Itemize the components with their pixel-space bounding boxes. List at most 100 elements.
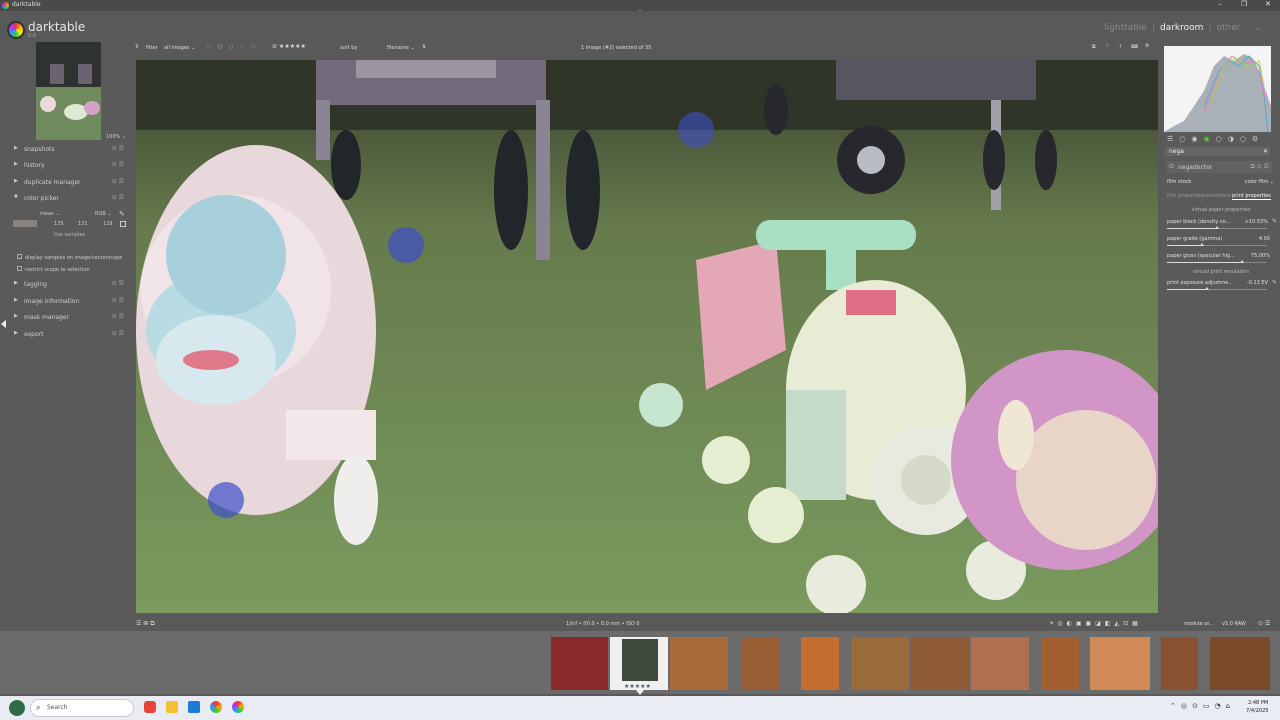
color-label-filter-icon[interactable]: ○ <box>240 44 244 50</box>
gear-icon[interactable]: ⚙ <box>1145 43 1149 49</box>
checkbox[interactable] <box>17 266 22 271</box>
module-color-picker[interactable]: ▼ color picker ⊙ ☰ <box>10 192 128 206</box>
module-preset-icon[interactable]: ⊙ ☰ <box>112 313 124 320</box>
module-group-tabs[interactable]: ☰○◉◉○◑○⚙ <box>1167 135 1264 143</box>
view-switcher: lighttable | darkroom | other ⌄ <box>1104 23 1262 33</box>
paper-gloss-slider[interactable] <box>1167 260 1267 263</box>
taskbar-search[interactable]: ⌕ Search <box>30 699 134 717</box>
module-search-box[interactable]: nega ✕ <box>1165 147 1270 156</box>
film-frame[interactable] <box>742 637 779 690</box>
maximize-button[interactable]: ❐ <box>1234 0 1254 8</box>
power-icon[interactable]: ⏻ <box>1169 163 1174 171</box>
module-export[interactable]: ▶ export ⊙ ☰ <box>10 328 128 342</box>
sort-select[interactable]: filename ⌄ <box>387 45 415 51</box>
app-icon[interactable] <box>188 701 200 713</box>
film-frame-selected[interactable]: ★★★★★ <box>610 637 668 690</box>
help-icon[interactable]: ? <box>1119 44 1122 50</box>
minimize-button[interactable]: – <box>1210 0 1230 8</box>
view-lighttable[interactable]: lighttable <box>1104 23 1147 33</box>
eyedropper-icon[interactable]: ✎ <box>119 210 125 218</box>
color-label-filter-icon[interactable]: ○ <box>229 44 233 50</box>
darkroom-tools-icons[interactable]: ⌖◎◐▣▣◪◧◭⊡▦ <box>1050 620 1142 628</box>
tab-corrections[interactable]: corrections <box>1203 193 1231 199</box>
picker-space-select[interactable]: RGB ⌄ <box>95 211 112 217</box>
film-frame[interactable] <box>971 637 1029 690</box>
left-panel-toggle-icon[interactable] <box>1 320 6 328</box>
zoom-level[interactable]: 100% ⌄ <box>106 134 126 140</box>
expand-arrow-icon: ▶ <box>14 178 18 184</box>
filter-select[interactable]: all images ⌄ <box>164 45 195 51</box>
grouping-icon[interactable]: ⧉ <box>1092 44 1096 50</box>
film-frame[interactable] <box>670 637 728 690</box>
system-tray-icons[interactable]: ⌃◎⊙▭◔⌂ <box>1170 702 1235 710</box>
module-search-input[interactable]: nega <box>1169 148 1184 155</box>
bottom-panel-toggle-icon[interactable] <box>636 690 644 695</box>
tab-print-properties[interactable]: print properties <box>1232 193 1271 200</box>
picked-color-swatch <box>13 220 37 227</box>
navigation-thumbnail[interactable] <box>36 42 101 140</box>
clock-date[interactable]: 7/4/2025 <box>1246 708 1268 714</box>
tab-film-properties[interactable]: film properties <box>1167 193 1204 199</box>
film-frame[interactable] <box>911 637 969 690</box>
clock-time[interactable]: 2:48 PM <box>1248 700 1268 706</box>
module-preset-icon[interactable]: ⊙ ☰ <box>1258 620 1270 627</box>
module-preset-icon[interactable]: ⊙ ☰ <box>112 161 124 168</box>
module-order-value[interactable]: v5.0 RAW <box>1222 621 1246 627</box>
picker-mode-select[interactable]: mean ⌄ <box>40 211 60 217</box>
paper-black-slider[interactable] <box>1167 226 1267 229</box>
module-preset-icon[interactable]: ⊙ ☰ <box>112 297 124 304</box>
clear-search-icon[interactable]: ✕ <box>1263 148 1268 155</box>
module-preset-icon[interactable]: ⊙ ☰ <box>112 145 124 152</box>
app-icon[interactable] <box>210 701 222 713</box>
module-preset-icon[interactable]: ⊙ ☰ <box>112 330 124 337</box>
module-mask-manager[interactable]: ▶ mask manager ⊙ ☰ <box>10 311 128 325</box>
film-frame[interactable] <box>1210 637 1270 690</box>
image-canvas[interactable] <box>136 60 1158 613</box>
module-preset-icon[interactable]: ⊙ ☰ <box>112 194 124 201</box>
rating-stars[interactable]: ★★★★★ <box>624 683 651 690</box>
film-frame[interactable] <box>1090 637 1150 690</box>
module-preset-icon[interactable]: ⊙ ☰ <box>112 178 124 185</box>
color-label-filter-icon[interactable]: ○ <box>218 44 222 50</box>
view-darkroom[interactable]: darkroom <box>1160 23 1203 33</box>
star-icon[interactable]: ☆ <box>1105 43 1109 49</box>
paper-grade-slider[interactable] <box>1167 243 1267 246</box>
restrict-scope-toggle[interactable]: restrict scope to selection <box>17 266 90 273</box>
print-exposure-slider[interactable] <box>1167 287 1267 290</box>
add-sample-icon[interactable] <box>120 221 126 227</box>
file-explorer-icon[interactable] <box>166 701 178 713</box>
module-tagging[interactable]: ▶ tagging ⊙ ☰ <box>10 278 128 292</box>
module-image-information[interactable]: ▶ image information ⊙ ☰ <box>10 295 128 309</box>
rating-filter[interactable]: ⊘ ★★★★★ <box>272 43 306 50</box>
expand-arrow-icon: ▶ <box>14 280 18 286</box>
color-label-filter-icon[interactable]: ○ <box>251 44 255 50</box>
film-frame[interactable] <box>851 637 909 690</box>
shortcuts-icon[interactable]: ⌨ <box>1131 44 1138 50</box>
film-frame[interactable] <box>551 637 608 690</box>
darktable-taskbar-icon[interactable] <box>232 701 244 713</box>
module-negadoctor-header[interactable]: ⏻ negadoctor ⧉ ⊙ ☰ <box>1166 161 1272 173</box>
view-other[interactable]: other <box>1216 23 1240 33</box>
film-frame[interactable] <box>1161 637 1198 690</box>
close-button[interactable]: ✕ <box>1258 0 1278 8</box>
selection-count: 1 image (#2) selected of 35 <box>581 45 652 51</box>
display-samples-toggle[interactable]: display samples on image/vectorscope <box>17 254 122 261</box>
histogram[interactable] <box>1164 46 1271 132</box>
film-frame[interactable] <box>1041 637 1079 690</box>
chevron-down-icon[interactable]: ⌄ <box>1254 23 1262 33</box>
color-label-filter-icon[interactable]: ○ <box>207 44 211 50</box>
eyedropper-icon[interactable]: ✎ <box>1272 279 1277 286</box>
module-snapshots[interactable]: ▶ snapshots ⊙ ☰ <box>10 143 128 157</box>
module-history[interactable]: ▶ history ⊙ ☰ <box>10 159 128 173</box>
module-preset-icon[interactable]: ⧉ ⊙ ☰ <box>1250 163 1269 171</box>
widgets-icon[interactable] <box>9 700 25 716</box>
app-icon[interactable] <box>144 701 156 713</box>
quick-access-icons[interactable]: ☰ ⊞ ⧉ <box>136 620 155 628</box>
film-stock-select[interactable]: color film ⌄ <box>1245 179 1274 185</box>
module-preset-icon[interactable]: ⊙ ☰ <box>112 280 124 287</box>
eyedropper-icon[interactable]: ✎ <box>1272 218 1277 225</box>
module-duplicate-manager[interactable]: ▶ duplicate manager ⊙ ☰ <box>10 176 128 190</box>
sort-order-icon[interactable]: ⇅ <box>422 44 426 50</box>
film-frame[interactable] <box>801 637 839 690</box>
checkbox[interactable] <box>17 254 22 259</box>
